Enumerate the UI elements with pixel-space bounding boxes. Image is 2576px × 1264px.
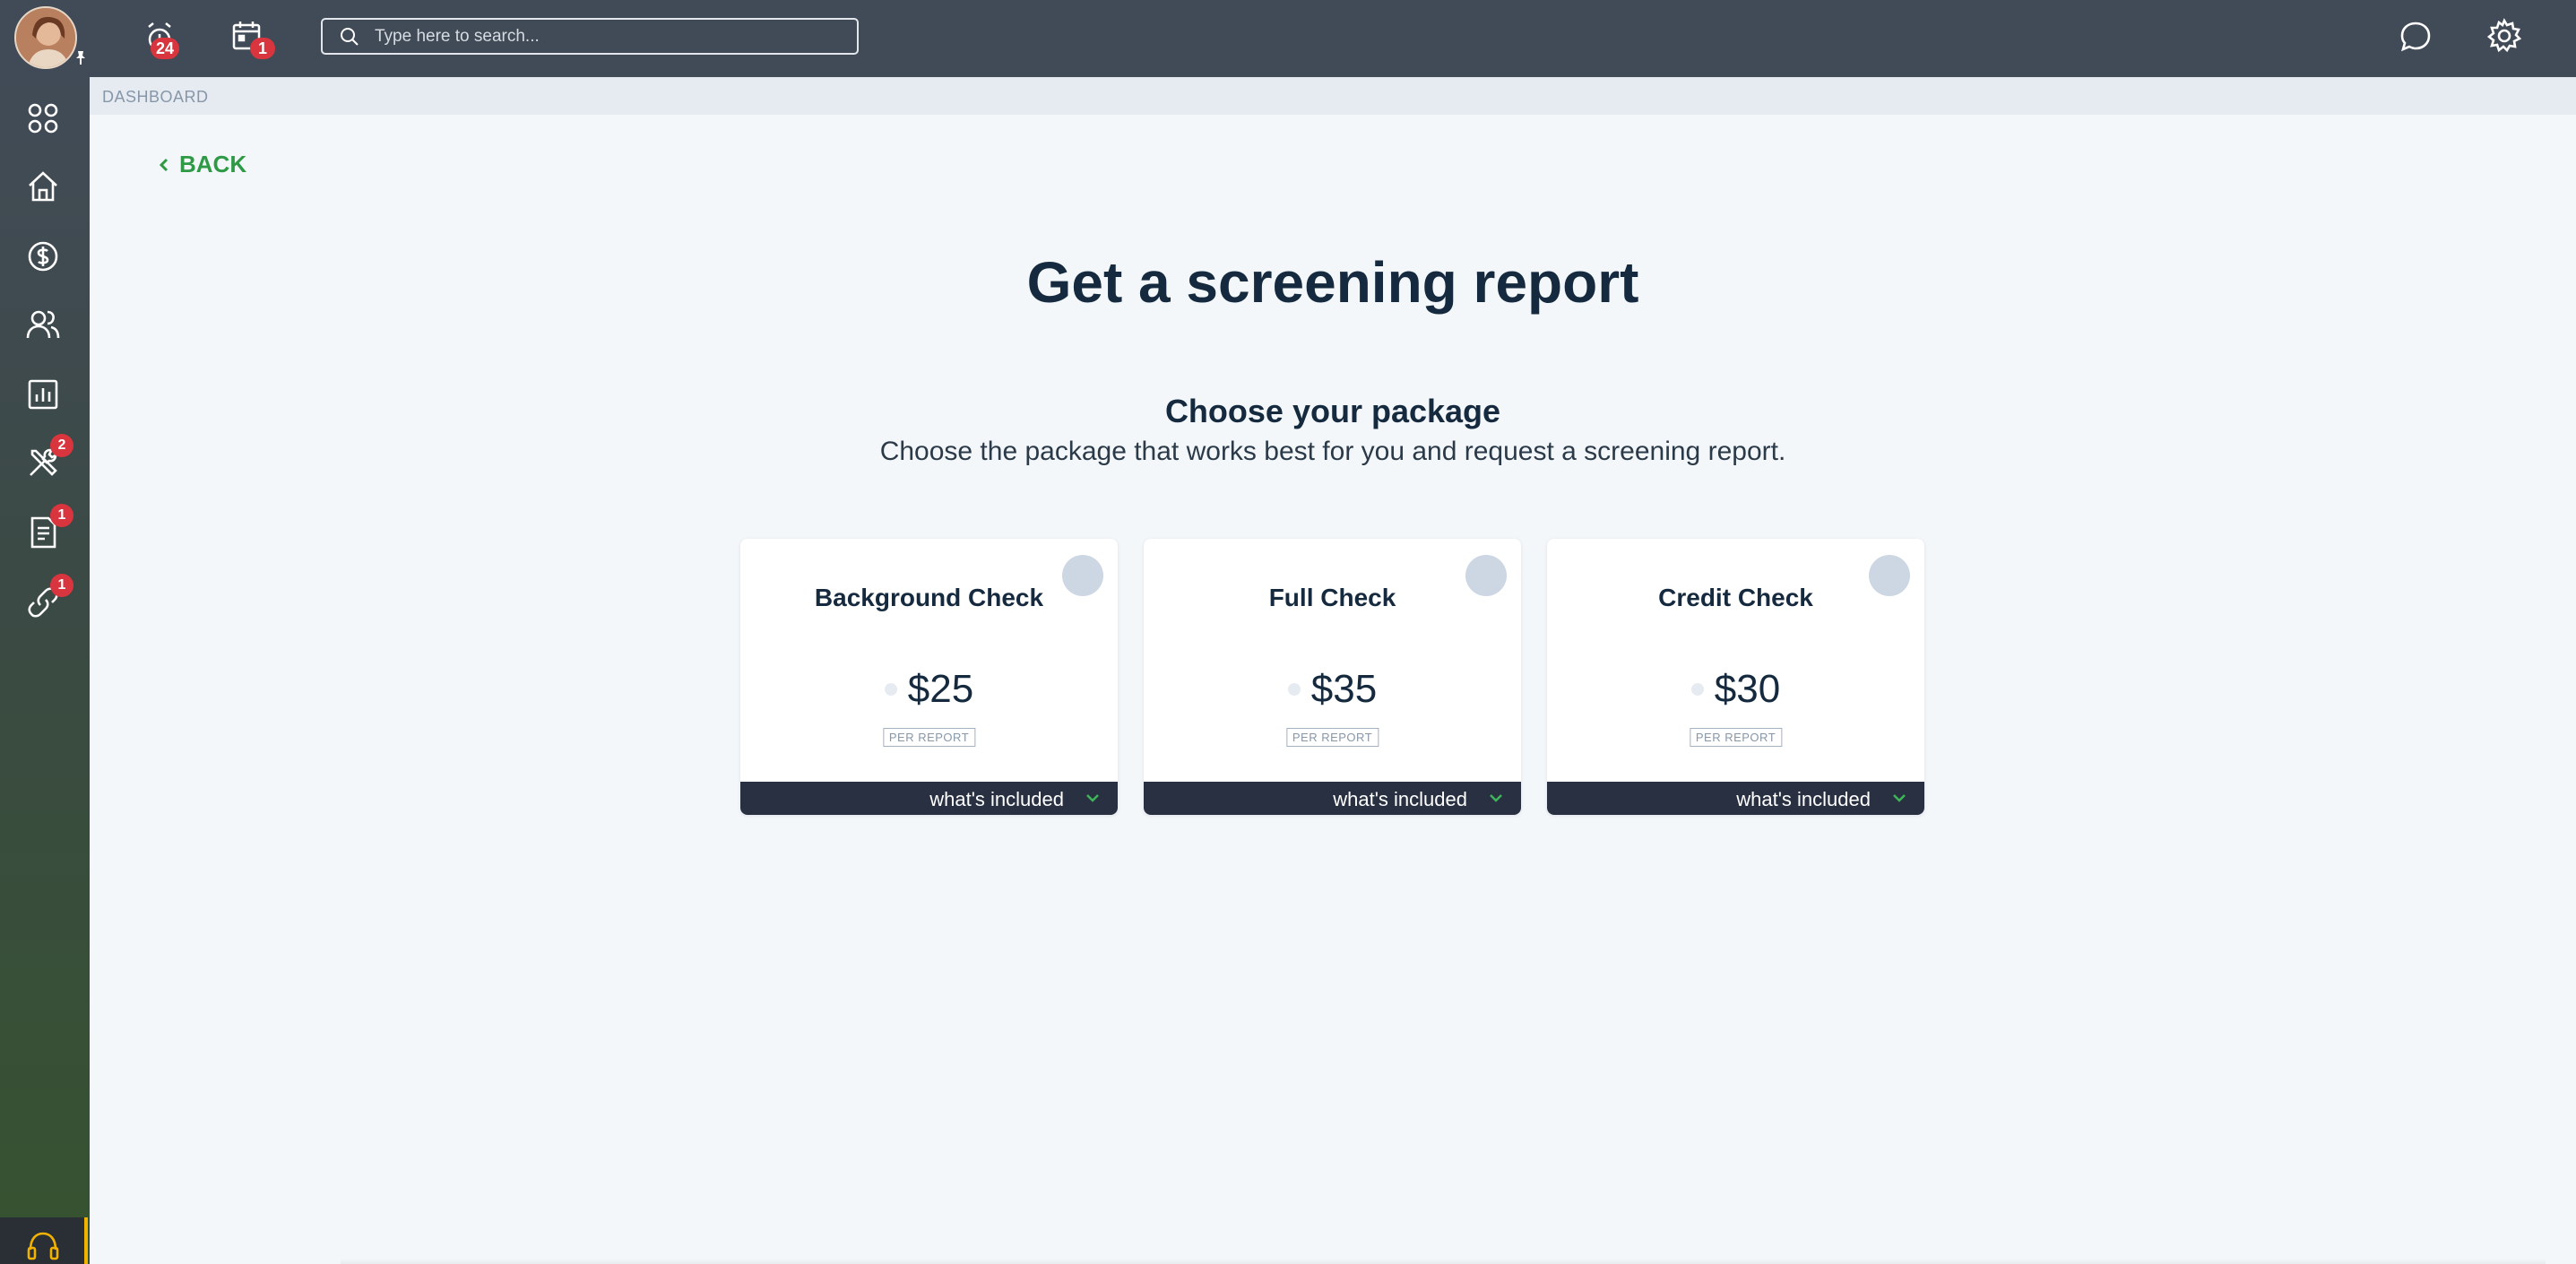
sidebar-item-people[interactable]: [0, 290, 90, 359]
people-icon: [26, 310, 60, 339]
alarm-icon[interactable]: 24: [142, 18, 181, 59]
whats-included-label: what's included: [929, 788, 1064, 810]
price-dot: [884, 683, 897, 696]
breadcrumb-dashboard[interactable]: DASHBOARD: [102, 88, 209, 107]
chevron-down-icon: [1490, 794, 1502, 802]
search-input[interactable]: [375, 23, 841, 50]
chevron-down-icon: [1893, 794, 1906, 802]
back-button[interactable]: BACK: [156, 151, 246, 178]
whats-included-label: what's included: [1736, 788, 1871, 810]
sidebar-item-maintenance[interactable]: 2: [0, 429, 90, 497]
whats-included-toggle[interactable]: what's included: [1547, 782, 1924, 815]
price-unit: PER REPORT: [1689, 728, 1783, 747]
package-heading: Choose your package: [1164, 393, 1501, 429]
chevron-left-icon: [159, 158, 169, 171]
package-card-full-check[interactable]: Full Check $35 PER REPORT what's include…: [1144, 539, 1521, 815]
price-dot: [1690, 683, 1704, 696]
price-unit: PER REPORT: [882, 728, 976, 747]
price-unit: PER REPORT: [1285, 728, 1379, 747]
sidebar-item-payments[interactable]: [0, 222, 90, 290]
search-box[interactable]: [321, 18, 859, 55]
pin-icon[interactable]: [72, 48, 90, 66]
settings-gear-icon[interactable]: [2485, 16, 2524, 56]
package-price-row: $35: [1144, 667, 1521, 712]
sidebar-item-home[interactable]: [0, 152, 90, 221]
package-name: Background Check: [814, 584, 1044, 611]
maintenance-count-badge: 2: [50, 434, 73, 457]
package-price: $30: [1714, 667, 1781, 711]
support-button[interactable]: [0, 1217, 88, 1264]
dashboard-grid-icon: [28, 103, 58, 134]
whats-included-toggle[interactable]: what's included: [740, 782, 1118, 815]
package-name: Full Check: [1268, 584, 1396, 611]
headset-icon: [27, 1232, 59, 1260]
back-label: BACK: [179, 151, 247, 177]
top-bar: 24 1: [0, 0, 2576, 77]
page-title: Get a screening report: [1026, 250, 1639, 315]
price-dot: [1287, 683, 1301, 696]
alerts-count-badge: 24: [151, 38, 180, 59]
calendar-icon[interactable]: 1: [230, 18, 275, 59]
avatar[interactable]: [14, 6, 77, 69]
chat-icon[interactable]: [2397, 18, 2434, 56]
whats-included-toggle[interactable]: what's included: [1144, 782, 1521, 815]
bottom-edge-shadow: [341, 1259, 2546, 1264]
package-name: Credit Check: [1658, 584, 1813, 611]
sidebar-item-reports[interactable]: [0, 360, 90, 429]
package-price: $35: [1310, 667, 1378, 711]
documents-count-badge: 1: [50, 504, 73, 527]
calendar-count-badge: 1: [250, 38, 275, 59]
chevron-down-icon: [1086, 794, 1099, 802]
dollar-icon: [28, 241, 58, 272]
package-card-background-check[interactable]: Background Check $25 PER REPORT what's i…: [740, 539, 1118, 815]
sidebar-item-integrations[interactable]: 1: [0, 568, 90, 636]
package-price: $25: [907, 667, 974, 711]
sidebar: 2 1 1: [0, 77, 90, 1264]
home-icon: [29, 171, 57, 202]
package-description: Choose the package that works best for y…: [879, 437, 1786, 466]
breadcrumb: DASHBOARD: [90, 77, 2576, 115]
bar-chart-icon: [28, 379, 58, 410]
search-icon: [341, 28, 359, 46]
package-price-row: $25: [740, 667, 1118, 712]
whats-included-label: what's included: [1333, 788, 1467, 810]
integrations-count-badge: 1: [50, 574, 73, 597]
sidebar-item-dashboard[interactable]: [0, 84, 90, 152]
package-card-credit-check[interactable]: Credit Check $30 PER REPORT what's inclu…: [1547, 539, 1924, 815]
sidebar-item-documents[interactable]: 1: [0, 498, 90, 567]
package-price-row: $30: [1547, 667, 1924, 712]
